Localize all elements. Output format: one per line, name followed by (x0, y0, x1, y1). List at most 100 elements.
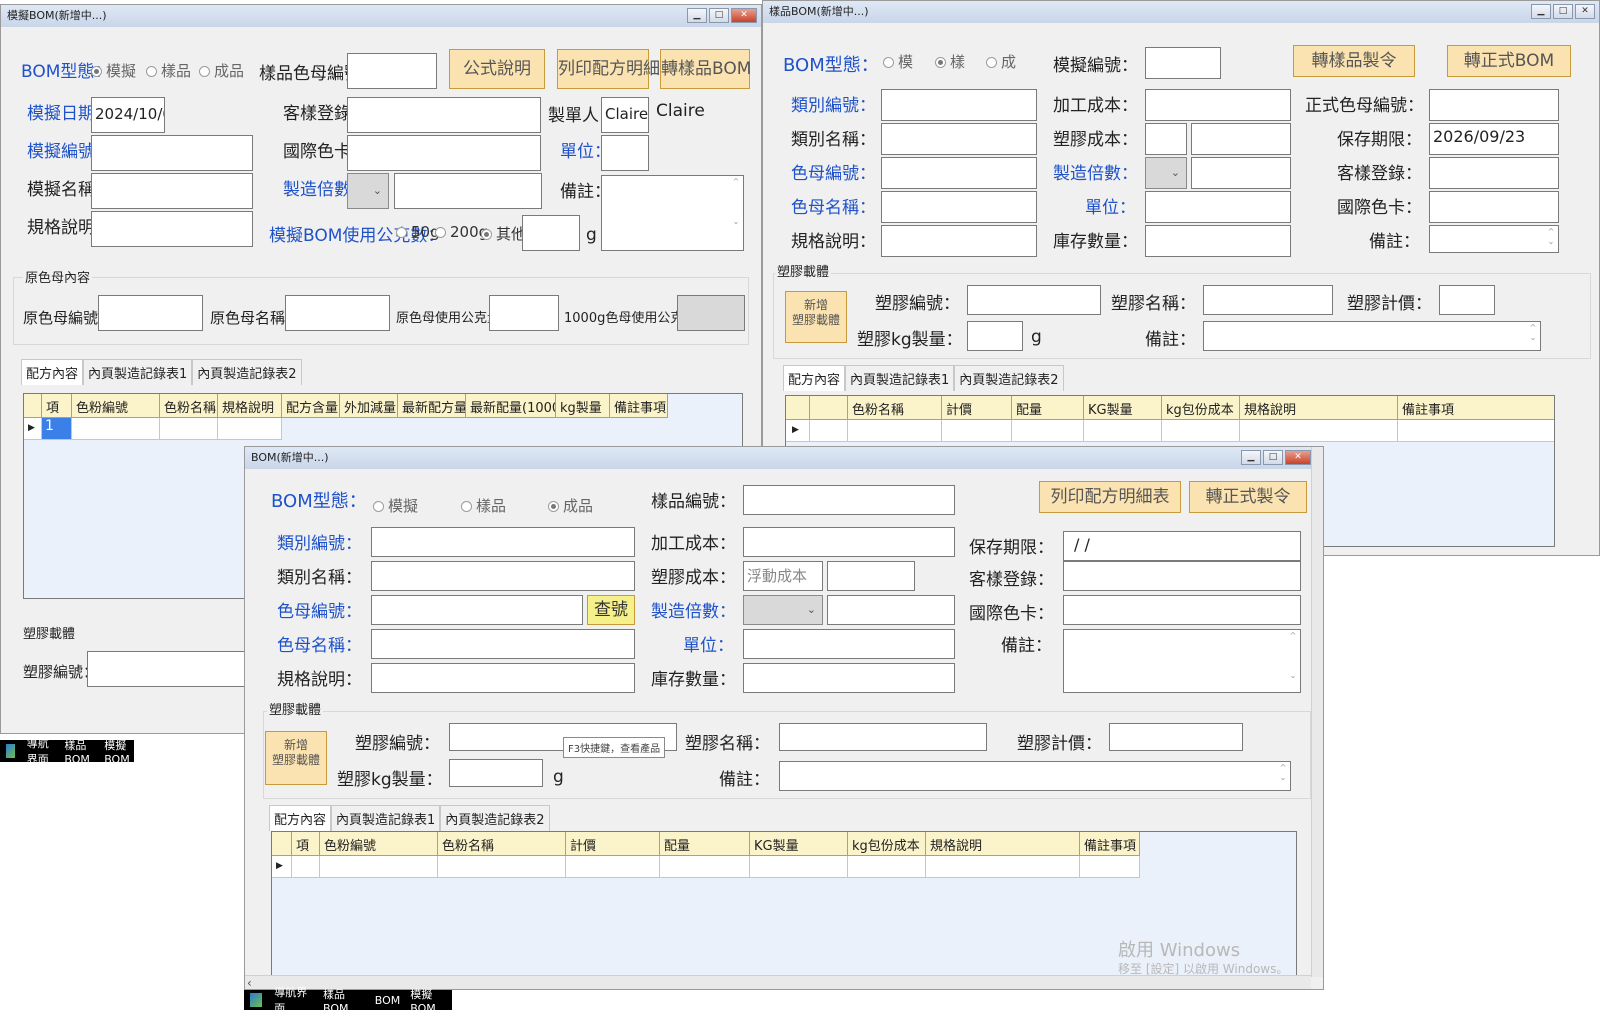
minimize-button[interactable]: ▁ (687, 8, 707, 23)
mult-dropdown[interactable]: ⌄ (1145, 157, 1187, 189)
taskbar-item-sim-bom[interactable]: 模擬BOM (104, 737, 134, 766)
plastic-cost-input-a[interactable] (1145, 123, 1187, 155)
radio-sample[interactable]: 樣品 (146, 60, 191, 81)
color-name-input[interactable] (371, 629, 635, 659)
color-no-input[interactable] (371, 595, 583, 625)
sample-color-no-input[interactable] (347, 53, 437, 89)
maker-input[interactable]: Claire (601, 97, 649, 133)
sim-no-input[interactable] (91, 135, 253, 171)
maximize-button[interactable]: □ (709, 8, 729, 23)
lookup-button[interactable]: 查號 (587, 595, 635, 625)
taskbar-item-nav[interactable]: 導航界面 (274, 984, 313, 1016)
add-plastic-button[interactable]: 新增 塑膠載體 (265, 731, 327, 785)
plastic-no-input[interactable] (87, 651, 257, 687)
orig-no-input[interactable] (98, 295, 203, 331)
plastic-cost-input[interactable] (827, 561, 915, 591)
plastic-price-input[interactable] (1439, 285, 1495, 315)
tab-record1[interactable]: 內頁製造記錄表1 (845, 365, 955, 391)
radio-finished[interactable]: 成品 (548, 495, 593, 516)
radio-mold[interactable]: 模擬 (373, 495, 418, 516)
sample-no-input[interactable] (743, 485, 955, 515)
vertical-scrollbar[interactable] (1311, 447, 1323, 977)
to-sample-order-button[interactable]: 轉樣品製令 (1293, 45, 1415, 77)
horizontal-scrollbar[interactable]: ‹ (245, 975, 1311, 989)
color-name-input[interactable] (881, 191, 1037, 223)
tab-record2[interactable]: 內頁製造記錄表2 (192, 359, 302, 385)
table-row[interactable]: ▶ (786, 420, 1554, 442)
remark-textarea[interactable]: ^ ⌄ (1429, 225, 1559, 253)
tab-formula[interactable]: 配方內容 (783, 365, 846, 391)
spec-input[interactable] (371, 663, 635, 693)
radio-sample[interactable]: 樣 (935, 51, 965, 72)
taskbar-item-nav[interactable]: 導航界面 (27, 735, 55, 767)
plastic-remark-input[interactable]: ^ ⌄ (1203, 321, 1541, 351)
formula-button[interactable]: 公式說明 (449, 49, 545, 89)
orig-use-input[interactable] (489, 295, 559, 331)
sim-name-input[interactable] (91, 173, 253, 209)
radio-mold[interactable]: 模擬 (91, 60, 136, 81)
radio-mold[interactable]: 模 (883, 51, 913, 72)
color-no-input[interactable] (881, 157, 1037, 189)
plastic-kg-input[interactable] (967, 321, 1023, 351)
print-formula-button[interactable]: 列印配方明細 (557, 49, 660, 89)
tab-record1[interactable]: 內頁製造記錄表1 (331, 805, 441, 831)
unit-input[interactable] (743, 629, 955, 659)
proc-cost-input[interactable] (1145, 89, 1291, 121)
taskbar-item-bom[interactable]: BOM (375, 994, 401, 1007)
tab-record2[interactable]: 內頁製造記錄表2 (954, 365, 1064, 391)
taskbar-item-sample-bom[interactable]: 樣品BOM (64, 737, 94, 766)
plastic-name-input[interactable] (1203, 285, 1333, 315)
unit-input[interactable] (1145, 191, 1291, 223)
to-sample-bom-button[interactable]: 轉樣品BOM (660, 49, 751, 89)
maximize-button[interactable]: □ (1553, 4, 1573, 19)
plastic-cost-input-b[interactable] (1191, 123, 1291, 155)
formal-color-input[interactable] (1429, 89, 1559, 121)
formal-order-button[interactable]: 轉正式製令 (1189, 481, 1307, 513)
intl-card-input[interactable] (347, 135, 541, 171)
shelf-input[interactable]: / / (1063, 531, 1301, 561)
cust-reg-input[interactable] (347, 97, 541, 133)
intl-card-input[interactable] (1429, 191, 1559, 223)
cat-no-input[interactable] (371, 527, 635, 557)
radio-sample[interactable]: 樣品 (461, 495, 506, 516)
unit-input[interactable] (601, 135, 649, 171)
shelf-input[interactable]: 2026/09/23 (1429, 123, 1559, 155)
cat-no-input[interactable] (881, 89, 1037, 121)
plastic-name-input[interactable] (779, 723, 987, 751)
remark-textarea[interactable]: ^ ⌄ (601, 175, 744, 251)
radio-finished[interactable]: 成 (986, 51, 1016, 72)
close-button[interactable]: ✕ (1575, 4, 1595, 19)
print-formula-button[interactable]: 列印配方明細表 (1039, 481, 1181, 513)
formula-grid[interactable]: 項 色粉編號 色粉名稱 計價 配量 KG製量 kg包份成本 規格說明 備註事項 … (271, 831, 1297, 979)
close-button[interactable]: ✕ (731, 8, 757, 23)
spec-input[interactable] (881, 225, 1037, 257)
mult-dropdown[interactable]: ⌄ (347, 173, 389, 209)
tab-record1[interactable]: 內頁製造記錄表1 (83, 359, 193, 385)
tab-record2[interactable]: 內頁製造記錄表2 (440, 805, 550, 831)
table-row[interactable]: ▶ 1 (24, 418, 282, 440)
radio-other[interactable]: 其他 (481, 223, 526, 244)
plastic-price-input[interactable] (1109, 723, 1243, 751)
stock-input[interactable] (743, 663, 955, 693)
float-cost-input[interactable]: 浮動成本 (743, 561, 823, 591)
minimize-button[interactable]: ▁ (1531, 4, 1551, 19)
plastic-no-input[interactable] (967, 285, 1101, 315)
add-plastic-button[interactable]: 新增 塑膠載體 (785, 291, 847, 343)
mult-input[interactable] (394, 173, 542, 209)
to-formal-bom-button[interactable]: 轉正式BOM (1447, 45, 1571, 77)
mult-input[interactable] (827, 595, 955, 625)
table-row[interactable]: ▶ (272, 856, 1140, 878)
remark-textarea[interactable]: ^ ⌄ (1063, 629, 1301, 693)
taskbar-item-sample-bom[interactable]: 樣品BOM (323, 986, 365, 1015)
mult-dropdown[interactable]: ⌄ (743, 595, 823, 625)
row-item-cell[interactable]: 1 (42, 418, 72, 440)
taskbar-item-sim-bom[interactable]: 模擬BOM (410, 986, 452, 1015)
grams-input[interactable] (522, 215, 580, 251)
orig-name-input[interactable] (285, 295, 390, 331)
spec-input[interactable] (91, 211, 253, 247)
radio-finished[interactable]: 成品 (199, 60, 244, 81)
minimize-button[interactable]: ▁ (1241, 450, 1261, 465)
tab-formula[interactable]: 配方內容 (269, 805, 332, 831)
plastic-remark-input[interactable]: ^ ⌄ (779, 761, 1291, 791)
cat-name-input[interactable] (881, 123, 1037, 155)
